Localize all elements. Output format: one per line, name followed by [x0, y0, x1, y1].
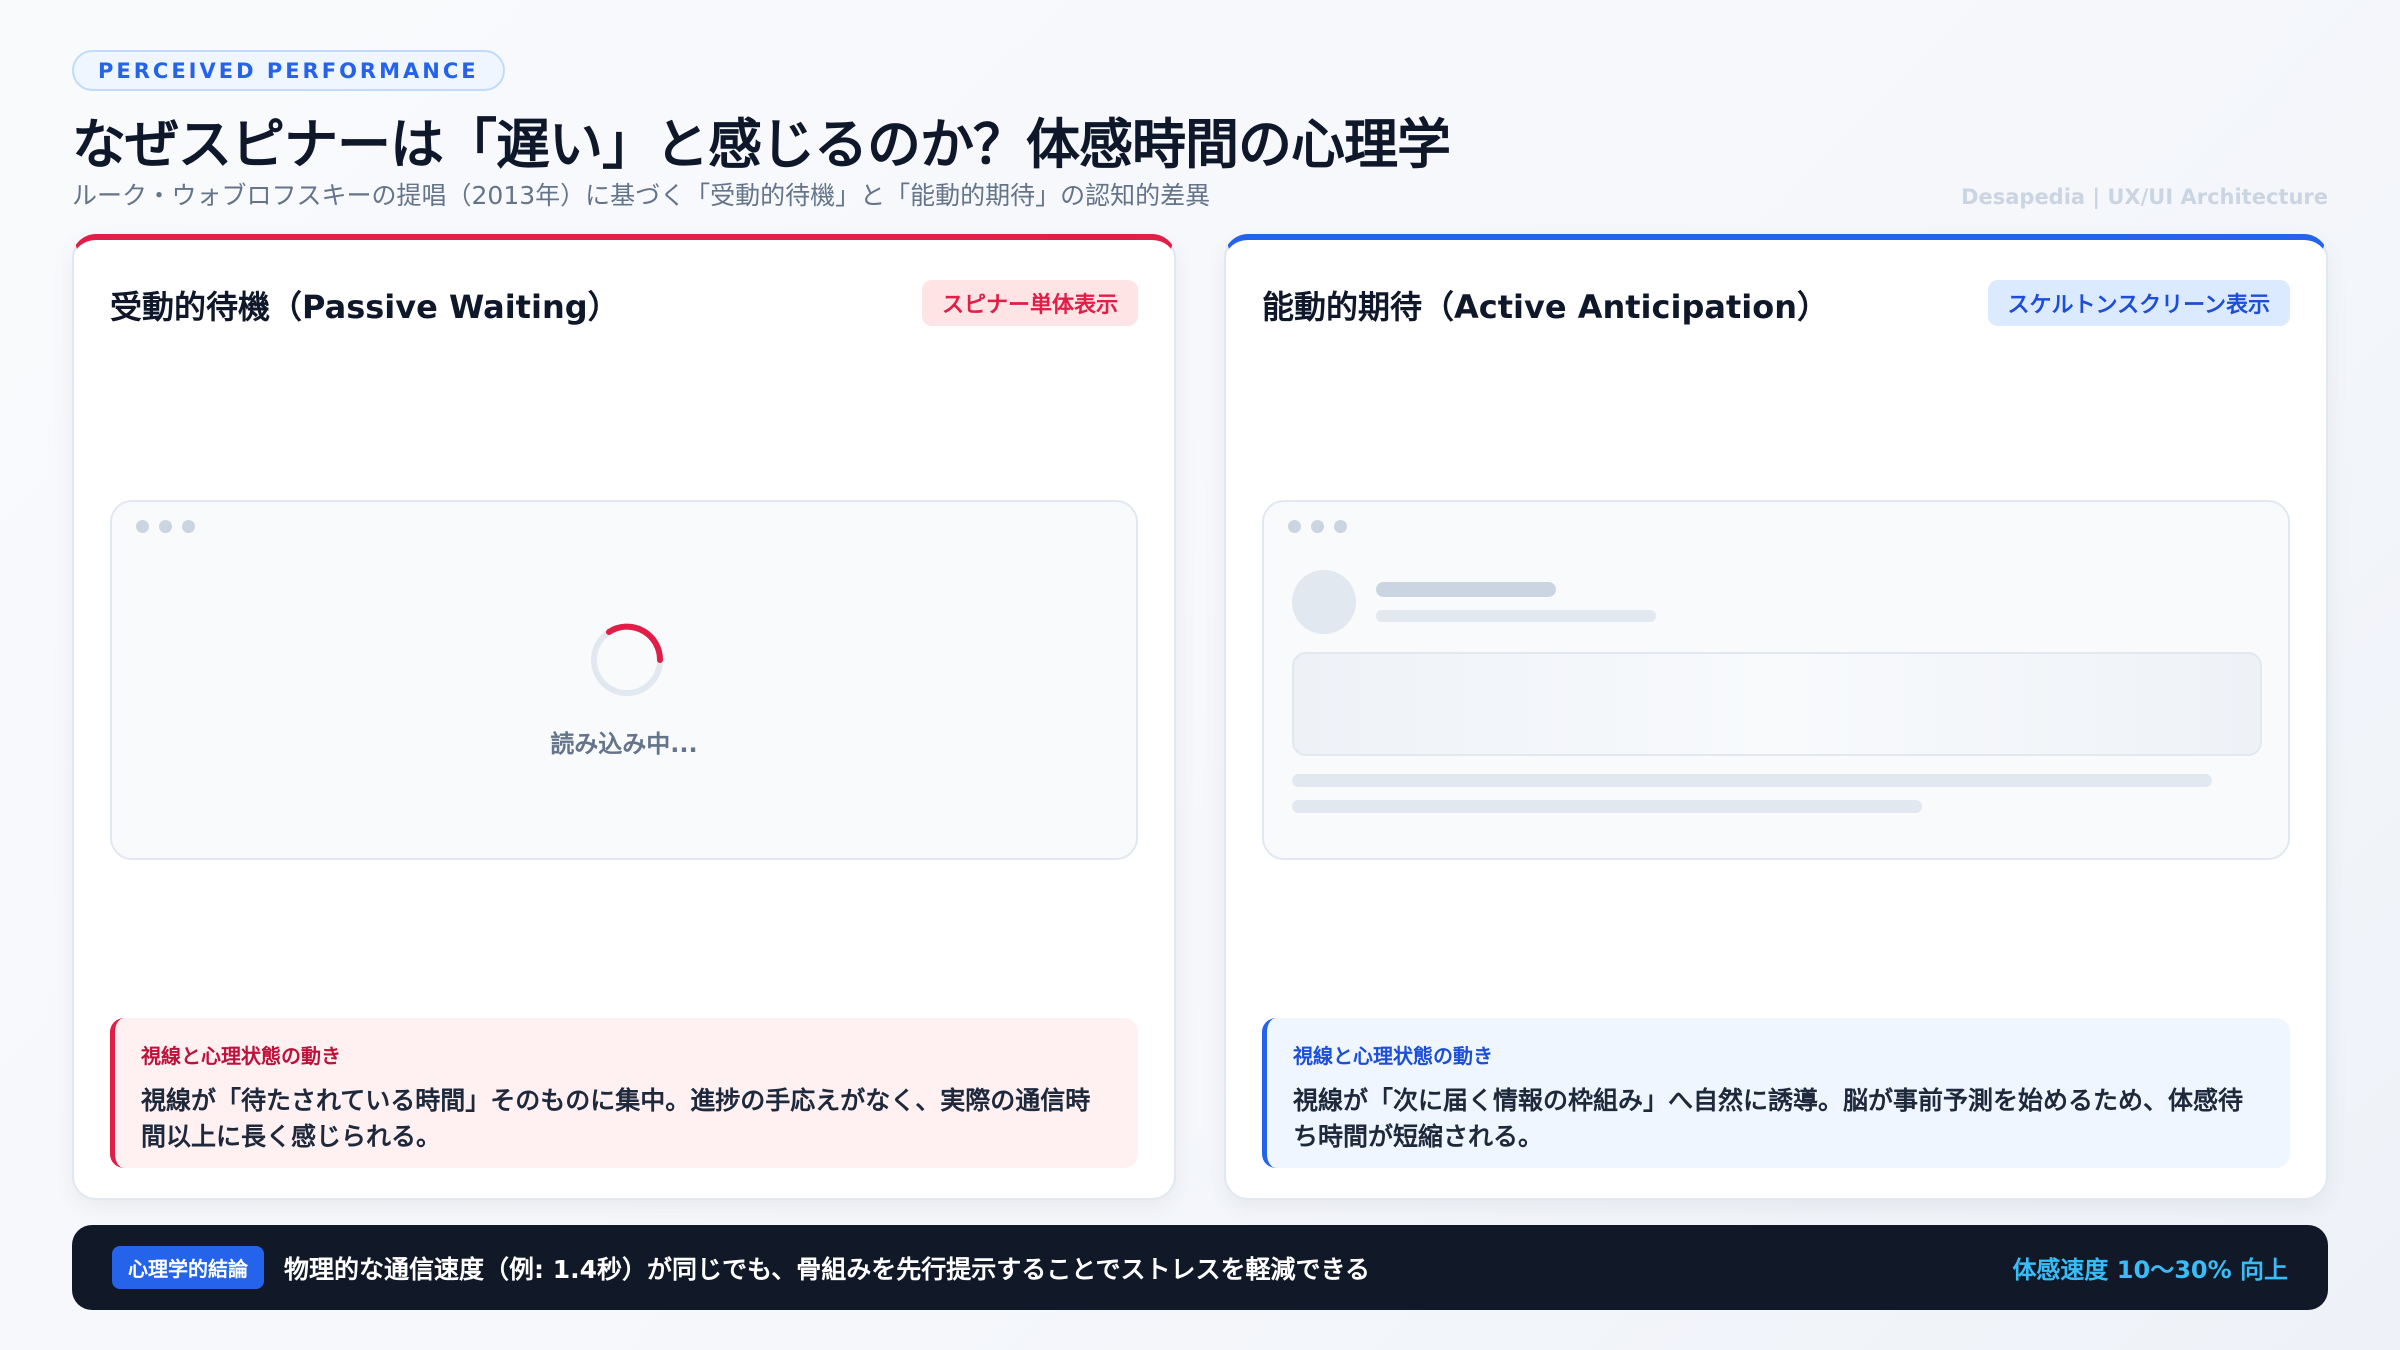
active-card-badge: スケルトンスクリーン表示: [1987, 280, 2290, 326]
spinner-mock-window: 読み込み中...: [110, 500, 1138, 860]
passive-waiting-card: 受動的待機（Passive Waiting） スピナー単体表示 読み込み中...…: [72, 234, 1176, 1200]
active-card-title: 能動的期待（Active Anticipation）: [1262, 288, 1829, 326]
credit-text: Desapedia | UX/UI Architecture: [1961, 185, 2328, 209]
passive-card-title: 受動的待機（Passive Waiting）: [110, 288, 620, 326]
conclusion-bar: 心理学的結論 物理的な通信速度（例: 1.4秒）が同じでも、骨組みを先行提示する…: [72, 1225, 2328, 1310]
window-dots-icon: [136, 520, 195, 533]
skeleton-subtitle-line: [1376, 610, 1656, 622]
page-subtitle: ルーク・ウォブロフスキーの提唱（2013年）に基づく「受動的待機」と「能動的期待…: [72, 181, 1211, 210]
passive-note: 視線と心理状態の動き 視線が「待たされている時間」そのものに集中。進捗の手応えが…: [110, 1018, 1138, 1168]
conclusion-metric: 体感速度 10〜30% 向上: [2012, 1256, 2288, 1284]
skeleton-title-line: [1376, 582, 1556, 597]
window-dots-icon: [1288, 520, 1347, 533]
skeleton-content-block: [1292, 652, 2262, 756]
active-note-label: 視線と心理状態の動き: [1293, 1044, 1493, 1068]
skeleton-text-line: [1292, 774, 2212, 787]
passive-note-label: 視線と心理状態の動き: [141, 1044, 341, 1068]
skeleton-avatar-icon: [1292, 570, 1356, 634]
spinner-icon: [591, 623, 664, 696]
skeleton-text-line: [1292, 800, 1922, 813]
skeleton-mock-window: [1262, 500, 2290, 860]
conclusion-badge: 心理学的結論: [112, 1246, 264, 1289]
passive-card-badge: スピナー単体表示: [921, 280, 1138, 326]
page-title: なぜスピナーは「遅い」と感じるのか？体感時間の心理学: [72, 113, 1451, 176]
loading-text: 読み込み中...: [550, 730, 698, 758]
category-tag: PERCEIVED PERFORMANCE: [72, 50, 505, 91]
passive-note-body: 視線が「待たされている時間」そのものに集中。進捗の手応えがなく、実際の通信時間以…: [141, 1086, 1091, 1151]
conclusion-text: 物理的な通信速度（例: 1.4秒）が同じでも、骨組みを先行提示することでストレス…: [284, 1254, 1370, 1284]
active-note: 視線と心理状態の動き 視線が「次に届く情報の枠組み」へ自然に誘導。脳が事前予測を…: [1262, 1018, 2290, 1168]
active-anticipation-card: 能動的期待（Active Anticipation） スケルトンスクリーン表示 …: [1224, 234, 2328, 1200]
active-note-body: 視線が「次に届く情報の枠組み」へ自然に誘導。脳が事前予測を始めるため、体感待ち時…: [1293, 1086, 2244, 1151]
